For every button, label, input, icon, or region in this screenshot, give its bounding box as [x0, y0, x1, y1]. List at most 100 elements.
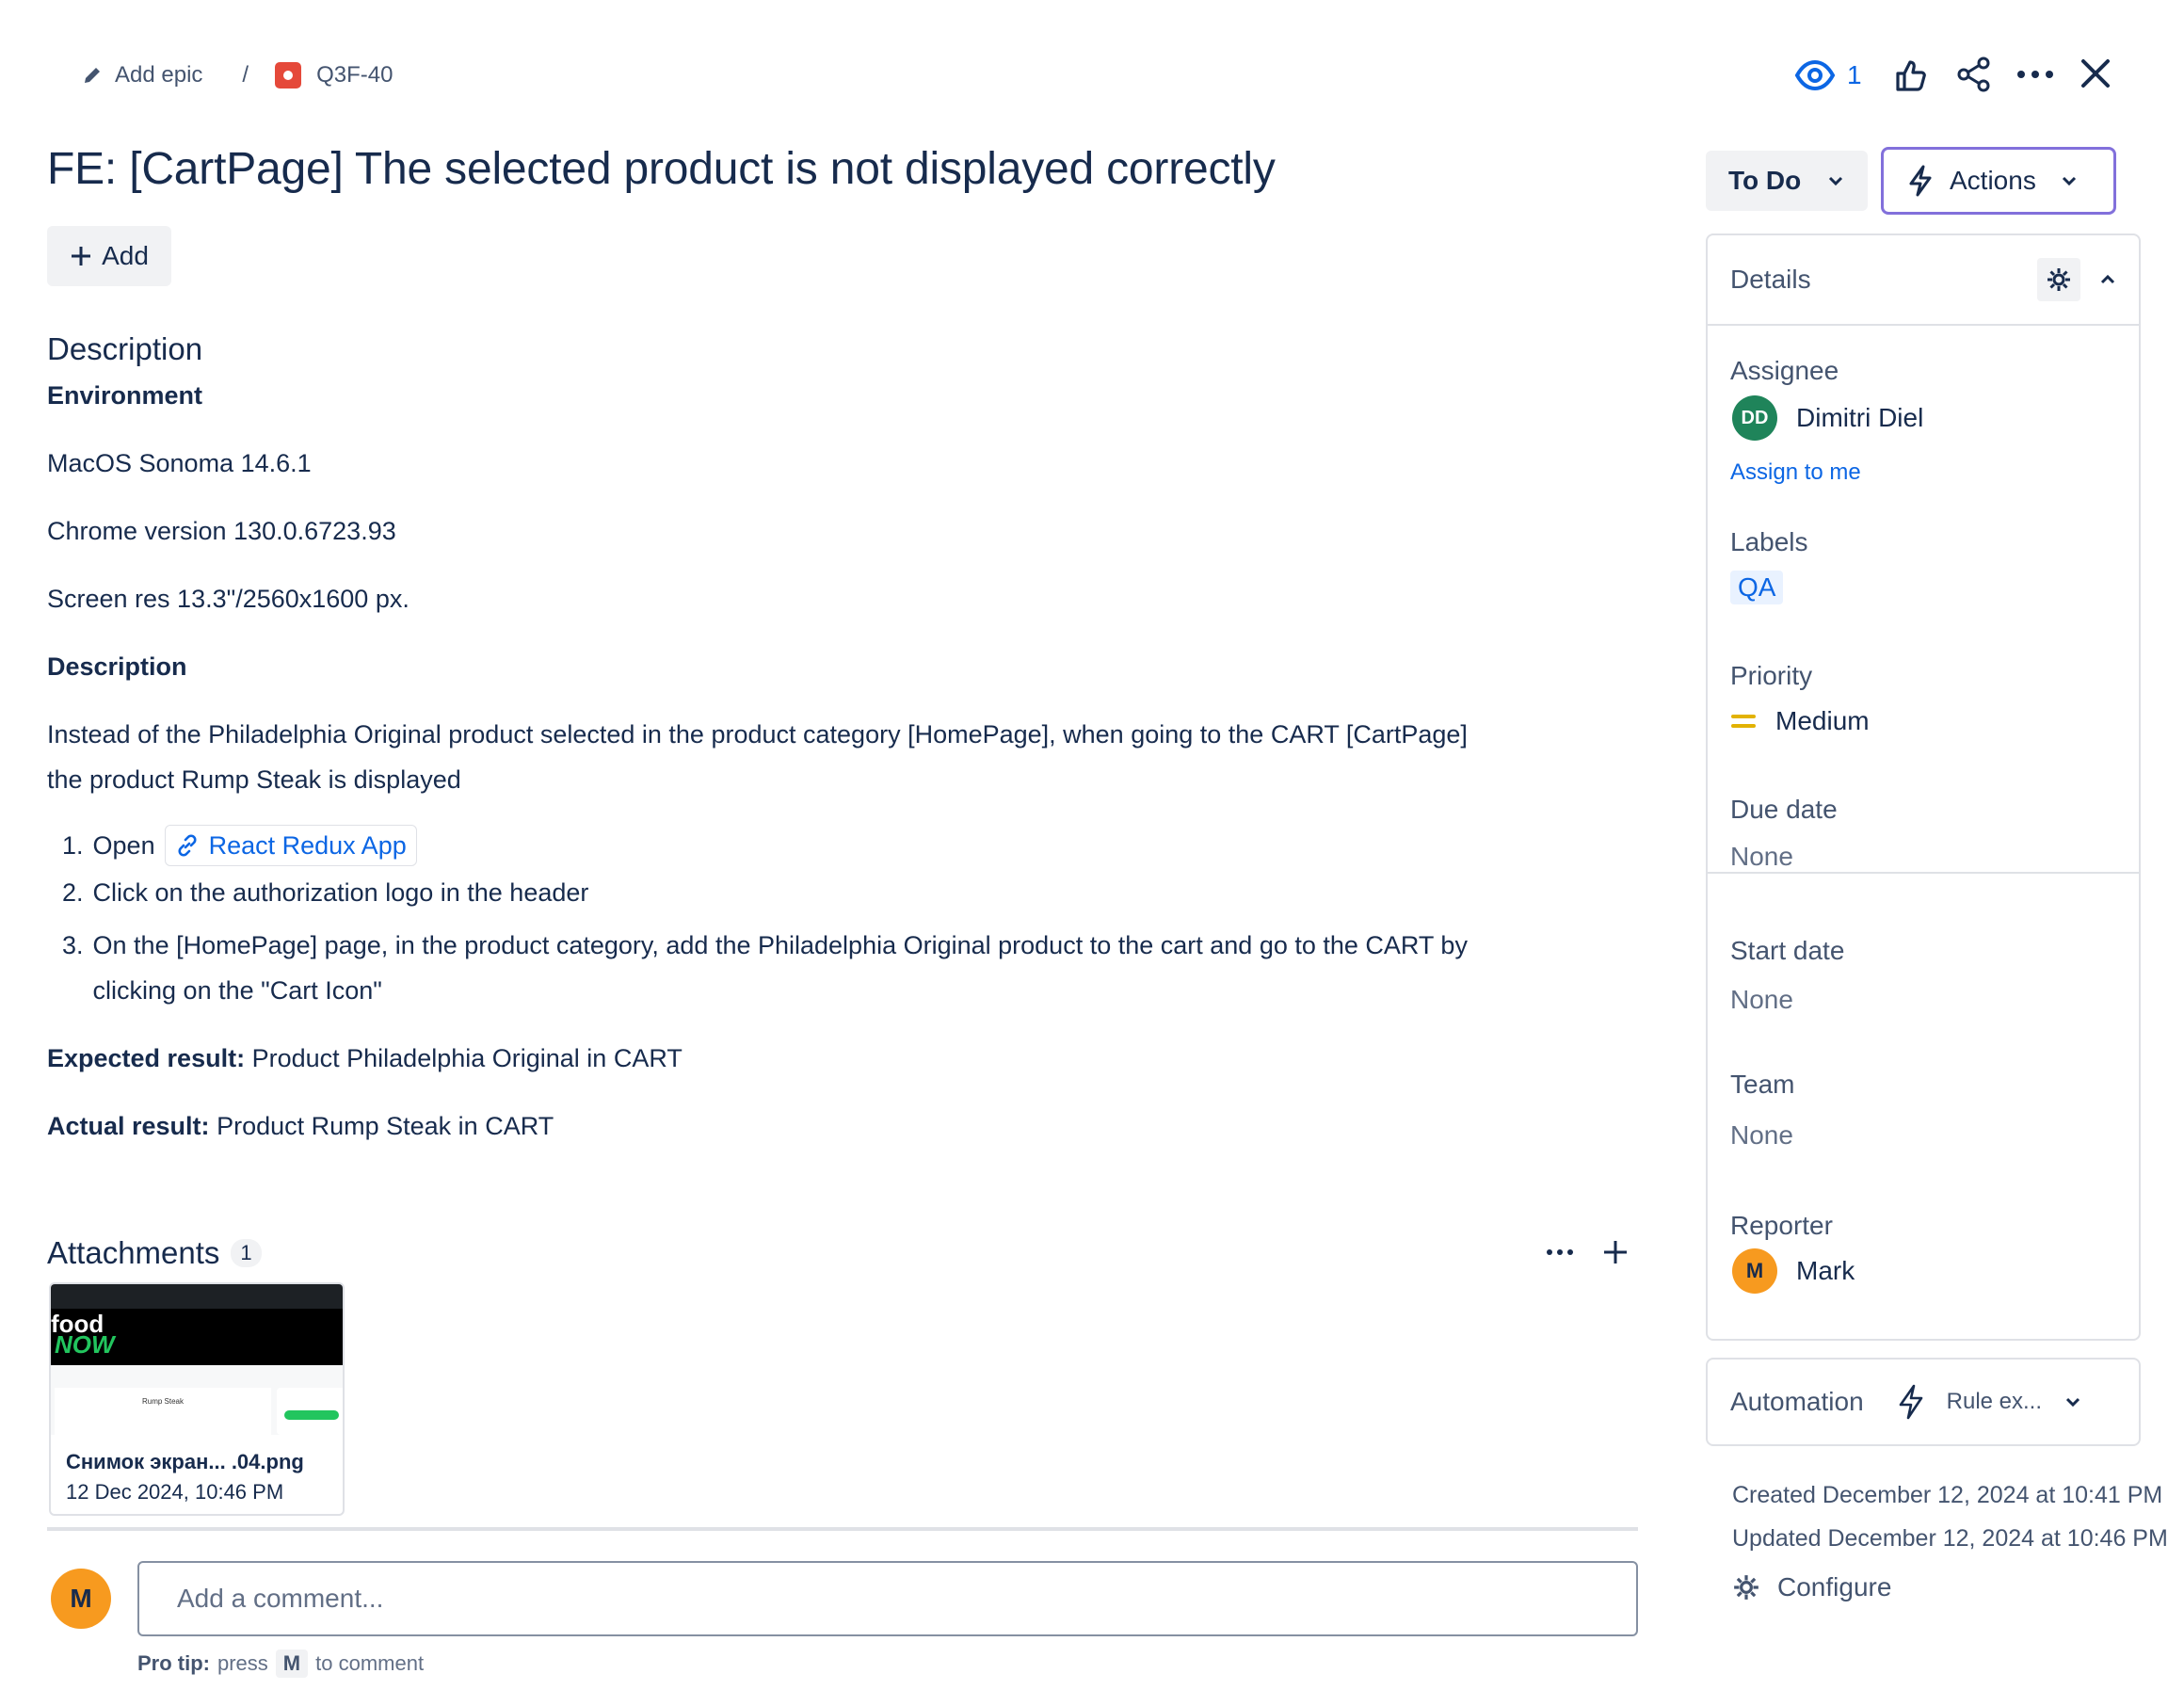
chevron-up-icon[interactable]	[2099, 274, 2116, 285]
priority-field[interactable]: Medium	[1730, 706, 1870, 736]
pro-tip-rest: to comment	[315, 1651, 425, 1675]
actual-value: Product Rump Steak in CART	[217, 1112, 554, 1140]
pro-tip-key: M	[275, 1650, 309, 1678]
configure-button[interactable]: Configure	[1732, 1572, 1891, 1602]
issue-title[interactable]: FE: [CartPage] The selected product is n…	[47, 143, 1276, 195]
automation-rule: Rule ex...	[1946, 1389, 2043, 1414]
chevron-down-icon	[1827, 175, 1844, 186]
step-text-line-1: On the [HomePage] page, in the product c…	[92, 931, 1468, 959]
add-button[interactable]: Add	[47, 226, 171, 286]
expected-value: Product Philadelphia Original in CART	[251, 1044, 682, 1072]
breadcrumb-separator: /	[242, 62, 249, 88]
assignee-label: Assignee	[1730, 356, 1839, 385]
step-text-line-2: clicking on the "Cart Icon"	[92, 976, 382, 1005]
env-chrome: Chrome version 130.0.6723.93	[47, 517, 396, 545]
lightning-icon	[1908, 165, 1933, 197]
thumb-product: Rump Steak	[141, 1397, 185, 1406]
description-heading: Description	[47, 331, 203, 366]
configure-label: Configure	[1777, 1572, 1892, 1601]
add-button-label: Add	[102, 241, 149, 270]
details-header[interactable]: Details	[1708, 235, 2139, 326]
label-chip[interactable]: QA	[1730, 571, 1784, 604]
attachment-filename: Снимок экран... .04.png	[66, 1450, 304, 1473]
description-line-1: Instead of the Philadelphia Original pro…	[47, 720, 1468, 748]
chevron-down-icon	[2061, 175, 2078, 186]
add-epic-link[interactable]: Add epic	[81, 62, 202, 89]
plus-icon	[70, 245, 92, 267]
labels-label: Labels	[1730, 527, 1808, 556]
react-redux-link[interactable]: React Redux App	[164, 825, 417, 866]
step-text: Open	[92, 831, 155, 860]
comment-placeholder: Add a comment...	[177, 1584, 384, 1613]
pencil-icon	[81, 64, 104, 87]
status-dropdown[interactable]: To Do	[1706, 151, 1868, 211]
step-number: 3.	[62, 931, 84, 959]
env-os: MacOS Sonoma 14.6.1	[47, 449, 312, 477]
step-text: Click on the authorization logo in the h…	[92, 878, 589, 907]
details-heading: Details	[1730, 265, 1811, 294]
like-icon[interactable]	[1894, 58, 1928, 92]
attachments-more-icon[interactable]	[1546, 1248, 1574, 1256]
close-icon[interactable]	[2080, 58, 2111, 89]
issue-key-link[interactable]: Q3F-40	[275, 62, 393, 89]
details-divider	[1706, 872, 2141, 874]
attachments-count-badge: 1	[231, 1239, 262, 1267]
issue-key: Q3F-40	[316, 62, 393, 88]
assignee-avatar: DD	[1732, 395, 1777, 441]
reporter-label: Reporter	[1730, 1211, 1833, 1240]
thumb-logo-bottom: NOW	[55, 1330, 115, 1359]
link-icon	[175, 833, 200, 858]
step-number: 1.	[62, 831, 84, 860]
watch-button[interactable]: 1	[1794, 55, 1862, 96]
reporter-name: Mark	[1796, 1256, 1855, 1285]
add-attachment-icon[interactable]	[1602, 1239, 1629, 1265]
start-date-label: Start date	[1730, 936, 1845, 965]
divider	[47, 1527, 1638, 1531]
reporter-field[interactable]: M Mark	[1732, 1248, 1855, 1294]
pro-tip-label: Pro tip:	[137, 1651, 210, 1675]
automation-heading: Automation	[1730, 1387, 1864, 1416]
steps-list: 1. Open React Redux App 2. Click on the …	[47, 821, 1647, 1013]
link-label: React Redux App	[208, 831, 407, 860]
assignee-name: Dimitri Diel	[1796, 403, 1924, 432]
bug-icon	[275, 62, 302, 89]
more-icon[interactable]	[2016, 70, 2054, 79]
env-screen: Screen res 13.3"/2560x1600 px.	[47, 585, 410, 613]
actual-result: Actual result: Product Rump Steak in CAR…	[47, 1103, 1647, 1149]
attachments-heading: Attachments	[47, 1235, 220, 1270]
due-date-label: Due date	[1730, 795, 1838, 824]
step-3: 3. On the [HomePage] page, in the produc…	[62, 923, 1647, 1013]
team-value[interactable]: None	[1730, 1120, 1793, 1151]
attachments-header: Attachments 1	[47, 1231, 262, 1275]
step-2: 2. Click on the authorization logo in th…	[62, 870, 1647, 915]
attachment-card[interactable]: food NOW Rump Steak Снимок экран... .04.…	[49, 1282, 345, 1516]
status-label: To Do	[1728, 166, 1802, 195]
expected-label: Expected result:	[47, 1044, 246, 1072]
description-line-2: the product Rump Steak is displayed	[47, 765, 461, 794]
actual-label: Actual result:	[47, 1112, 210, 1140]
assignee-field[interactable]: DD Dimitri Diel	[1732, 395, 1923, 441]
breadcrumb: Add epic / Q3F-40	[81, 58, 393, 92]
assign-to-me-link[interactable]: Assign to me	[1730, 459, 1861, 486]
description-subheading: Description	[47, 652, 187, 681]
step-1: 1. Open React Redux App	[62, 821, 1647, 870]
due-date-value[interactable]: None	[1730, 842, 1793, 872]
eye-icon	[1794, 59, 1836, 91]
watch-count: 1	[1847, 60, 1862, 89]
comment-input[interactable]: Add a comment...	[137, 1561, 1638, 1636]
add-epic-label: Add epic	[115, 62, 203, 88]
step-number: 2.	[62, 878, 84, 907]
attachment-thumbnail: food NOW Rump Steak	[51, 1284, 343, 1435]
lightning-icon	[1898, 1384, 1924, 1420]
priority-label: Priority	[1730, 661, 1813, 690]
created-date: Created December 12, 2024 at 10:41 PM	[1732, 1482, 2163, 1508]
gear-icon[interactable]	[2037, 258, 2080, 301]
share-icon[interactable]	[1956, 56, 1992, 92]
priority-medium-icon	[1730, 712, 1757, 731]
updated-date: Updated December 12, 2024 at 10:46 PM	[1732, 1525, 2168, 1552]
description-body[interactable]: Environment MacOS Sonoma 14.6.1 Chrome v…	[47, 373, 1647, 1149]
actions-label: Actions	[1950, 166, 2036, 195]
start-date-value[interactable]: None	[1730, 985, 1793, 1015]
actions-button[interactable]: Actions	[1881, 147, 2116, 215]
automation-panel[interactable]: Automation Rule ex...	[1706, 1358, 2141, 1446]
